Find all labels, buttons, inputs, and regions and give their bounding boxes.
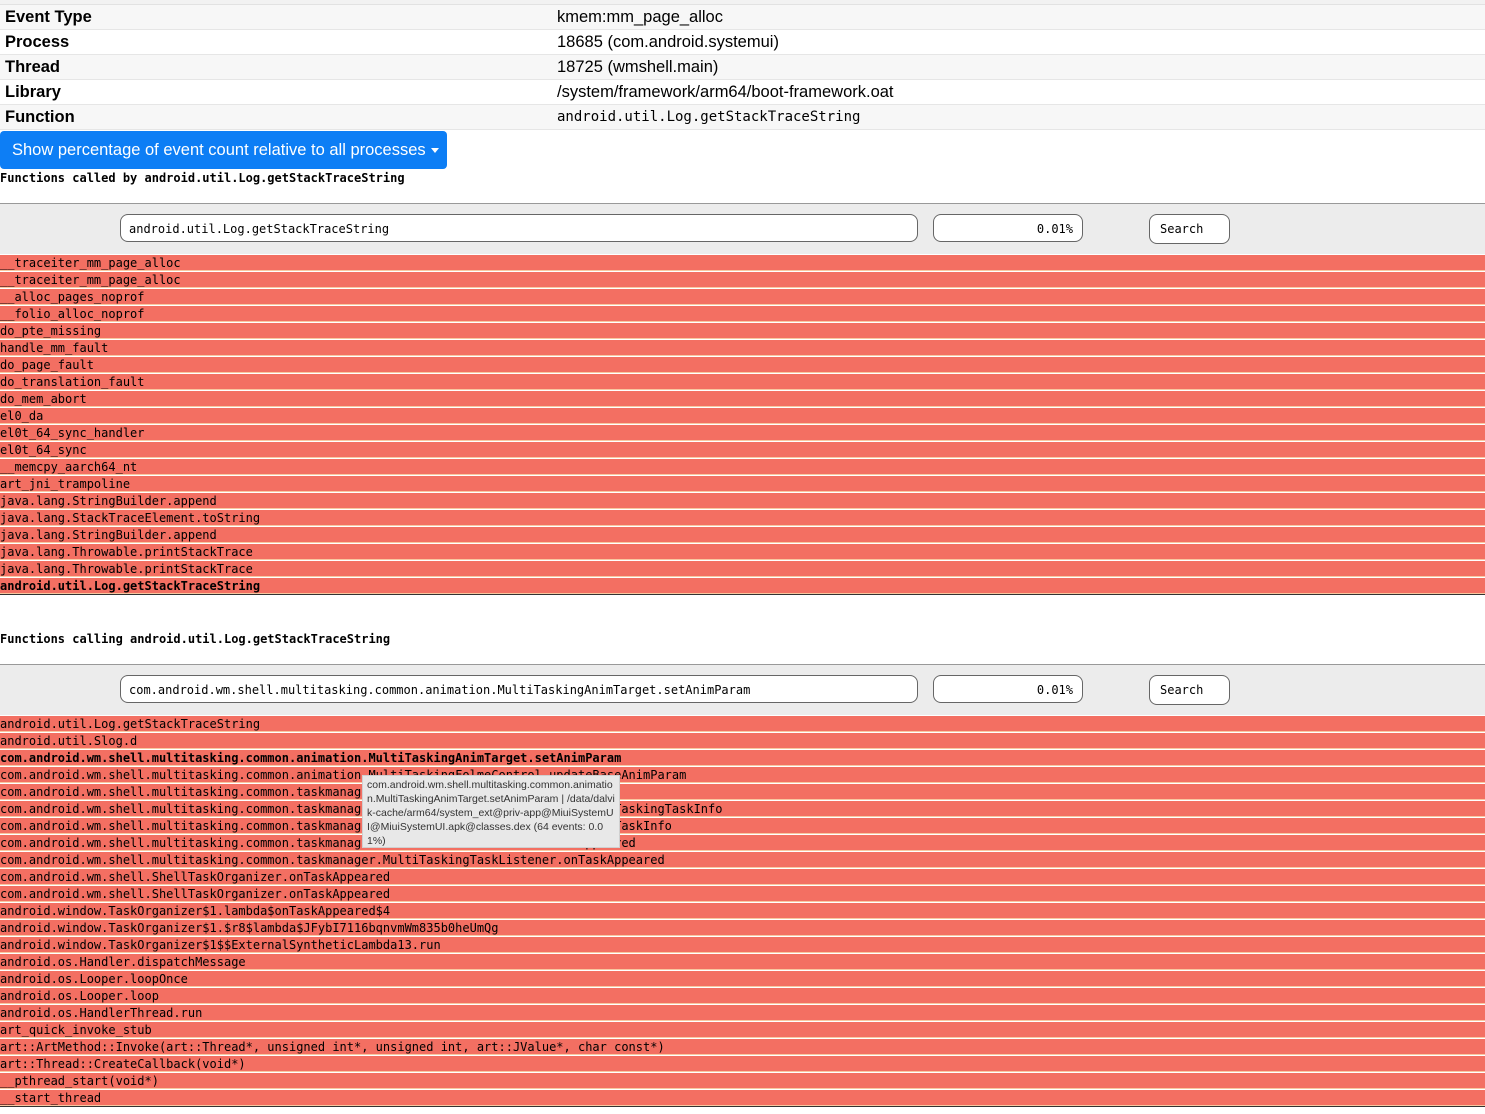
- flame-frame[interactable]: __traceiter_mm_page_alloc: [0, 255, 1485, 271]
- flame-frame[interactable]: handle_mm_fault: [0, 340, 1485, 356]
- info-value: 18685 (com.android.systemui): [552, 29, 1485, 55]
- info-value: kmem:mm_page_alloc: [552, 5, 1485, 30]
- flame-frame[interactable]: java.lang.Throwable.printStackTrace: [0, 561, 1485, 577]
- flame-frame[interactable]: android.window.TaskOrganizer$1.lambda$on…: [0, 903, 1485, 919]
- flame-frame[interactable]: android.window.TaskOrganizer$1$$External…: [0, 937, 1485, 953]
- callee-search-button[interactable]: Search: [1149, 214, 1230, 244]
- caller-flamegraph: com.android.wm.shell.multitasking.common…: [0, 664, 1485, 1107]
- flame-frame[interactable]: com.android.wm.shell.multitasking.common…: [0, 750, 1485, 766]
- callee-flamegraph: android.util.Log.getStackTraceString 0.0…: [0, 203, 1485, 595]
- flame-frame[interactable]: java.lang.StringBuilder.append: [0, 527, 1485, 543]
- flame-frame[interactable]: java.lang.StackTraceElement.toString: [0, 510, 1485, 526]
- flame-frame[interactable]: __memcpy_aarch64_nt: [0, 459, 1485, 475]
- flame-frame[interactable]: com.android.wm.shell.multitasking.common…: [0, 835, 1485, 851]
- callee-percent-field[interactable]: 0.01%: [933, 214, 1083, 242]
- caller-function-input[interactable]: com.android.wm.shell.multitasking.common…: [120, 675, 918, 703]
- info-row: Event Type kmem:mm_page_alloc: [0, 5, 1485, 30]
- callers-heading: Functions calling android.util.Log.getSt…: [0, 632, 391, 646]
- flame-frame[interactable]: com.android.wm.shell.multitasking.common…: [0, 818, 1485, 834]
- info-row: Process 18685 (com.android.systemui): [0, 29, 1485, 55]
- flame-frame[interactable]: do_pte_missing: [0, 323, 1485, 339]
- info-label: Library: [0, 79, 552, 105]
- info-label: Function: [0, 104, 552, 130]
- flame-frame[interactable]: android.util.Log.getStackTraceString: [0, 716, 1485, 732]
- info-label: Event Type: [0, 5, 552, 30]
- flame-frame[interactable]: com.android.wm.shell.ShellTaskOrganizer.…: [0, 886, 1485, 902]
- flame-frame[interactable]: __pthread_start(void*): [0, 1073, 1485, 1089]
- flame-frame[interactable]: __traceiter_mm_page_alloc: [0, 272, 1485, 288]
- info-row: Thread 18725 (wmshell.main): [0, 54, 1485, 80]
- caller-toolbar: com.android.wm.shell.multitasking.common…: [0, 664, 1485, 715]
- flame-frame[interactable]: android.os.Looper.loopOnce: [0, 971, 1485, 987]
- flame-frame[interactable]: do_page_fault: [0, 357, 1485, 373]
- info-value: 18725 (wmshell.main): [552, 54, 1485, 80]
- flame-frame[interactable]: android.window.TaskOrganizer$1.$r8$lambd…: [0, 920, 1485, 936]
- flame-frame[interactable]: java.lang.StringBuilder.append: [0, 493, 1485, 509]
- flame-frame[interactable]: com.android.wm.shell.ShellTaskOrganizer.…: [0, 869, 1485, 885]
- flame-frame[interactable]: do_mem_abort: [0, 391, 1485, 407]
- flame-frame[interactable]: el0t_64_sync: [0, 442, 1485, 458]
- flame-frame[interactable]: android.os.HandlerThread.run: [0, 1005, 1485, 1021]
- info-label: Process: [0, 29, 552, 55]
- flame-frame[interactable]: art_quick_invoke_stub: [0, 1022, 1485, 1038]
- flame-frame[interactable]: __start_thread: [0, 1090, 1485, 1106]
- frame-tooltip: com.android.wm.shell.multitasking.common…: [362, 775, 620, 848]
- callee-rows: __traceiter_mm_page_alloc __traceiter_mm_…: [0, 255, 1485, 595]
- flame-frame[interactable]: art::ArtMethod::Invoke(art::Thread*, uns…: [0, 1039, 1485, 1055]
- flame-frame[interactable]: __folio_alloc_noprof: [0, 306, 1485, 322]
- caller-search-button[interactable]: Search: [1149, 675, 1230, 705]
- info-row: Function android.util.Log.getStackTraceSt…: [0, 104, 1485, 130]
- caller-rows: android.util.Log.getStackTraceString andr…: [0, 716, 1485, 1107]
- flame-frame[interactable]: __alloc_pages_noprof: [0, 289, 1485, 305]
- callee-function-input[interactable]: android.util.Log.getStackTraceString: [120, 214, 918, 242]
- percentage-mode-label: Show percentage of event count relative …: [12, 140, 426, 159]
- flame-frame[interactable]: el0t_64_sync_handler: [0, 425, 1485, 441]
- info-value: android.util.Log.getStackTraceString: [552, 104, 1485, 130]
- flame-frame[interactable]: android.util.Log.getStackTraceString: [0, 578, 1485, 594]
- flame-frame[interactable]: com.android.wm.shell.multitasking.common…: [0, 784, 1485, 800]
- caret-down-icon: [430, 147, 439, 153]
- info-label: Thread: [0, 54, 552, 80]
- flame-frame[interactable]: com.android.wm.shell.multitasking.common…: [0, 801, 1485, 817]
- callees-heading: Functions called by android.util.Log.get…: [0, 171, 405, 185]
- info-row: Library/system/framework/arm64/boot-fram…: [0, 79, 1485, 105]
- caller-percent-field[interactable]: 0.01%: [933, 675, 1083, 703]
- flame-frame[interactable]: android.util.Slog.d: [0, 733, 1485, 749]
- flame-frame[interactable]: java.lang.Throwable.printStackTrace: [0, 544, 1485, 560]
- flame-frame[interactable]: art_jni_trampoline: [0, 476, 1485, 492]
- flame-frame[interactable]: com.android.wm.shell.multitasking.common…: [0, 767, 1485, 783]
- info-value: /system/framework/arm64/boot-framework.o…: [552, 79, 1485, 105]
- percentage-mode-dropdown[interactable]: Show percentage of event count relative …: [0, 131, 447, 169]
- flame-frame[interactable]: com.android.wm.shell.multitasking.common…: [0, 852, 1485, 868]
- event-info-table: Event Type kmem:mm_page_alloc Process 18685…: [0, 5, 1485, 130]
- flame-frame[interactable]: el0_da: [0, 408, 1485, 424]
- callee-toolbar: android.util.Log.getStackTraceString 0.0…: [0, 203, 1485, 254]
- flame-frame[interactable]: do_translation_fault: [0, 374, 1485, 390]
- flame-frame[interactable]: android.os.Looper.loop: [0, 988, 1485, 1004]
- flame-frame[interactable]: android.os.Handler.dispatchMessage: [0, 954, 1485, 970]
- flame-frame[interactable]: art::Thread::CreateCallback(void*): [0, 1056, 1485, 1072]
